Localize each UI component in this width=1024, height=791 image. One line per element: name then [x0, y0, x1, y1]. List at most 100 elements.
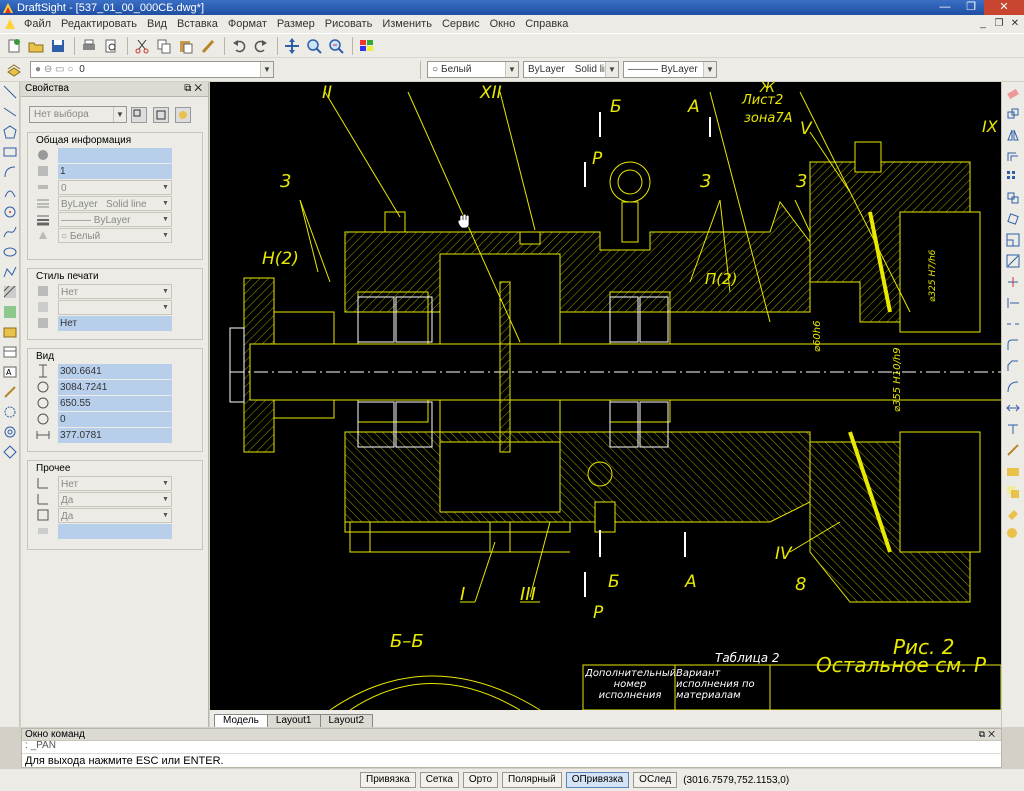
osnap-toggle-button[interactable]: ОПривязка: [565, 772, 630, 788]
print-preview-icon[interactable]: [101, 36, 121, 56]
edit-tool-icon[interactable]: [1, 382, 19, 402]
redo-icon[interactable]: [251, 36, 271, 56]
polygon-tool-icon[interactable]: [1, 122, 19, 142]
layer-dropdown-arrow[interactable]: ▼: [260, 62, 273, 77]
linetype-prop-value[interactable]: 0 ▼: [58, 179, 172, 195]
color-dropdown-arrow[interactable]: ▼: [505, 62, 518, 77]
menu-modify[interactable]: Изменить: [377, 18, 437, 30]
menu-window[interactable]: Окно: [485, 18, 521, 30]
edit-polyline-tool-icon[interactable]: [1002, 439, 1023, 460]
block-edit-tool-icon[interactable]: [1002, 481, 1023, 502]
fillet-tool-icon[interactable]: [1002, 334, 1023, 355]
zoom-icon[interactable]: [304, 36, 324, 56]
new-file-icon[interactable]: [4, 36, 24, 56]
arc-tool-icon[interactable]: [1, 162, 19, 182]
revision-cloud-tool-icon[interactable]: [1, 402, 19, 422]
print-style-value[interactable]: Нет ▼: [58, 283, 172, 299]
donut-tool-icon[interactable]: [1, 422, 19, 442]
linetype-combo[interactable]: ByLayer Solid line ▼: [523, 61, 619, 78]
copy-icon[interactable]: [154, 36, 174, 56]
snap-toggle-button[interactable]: Привязка: [360, 772, 416, 788]
array-tool-icon[interactable]: [1002, 166, 1023, 187]
linetype-dropdown-arrow[interactable]: ▼: [605, 62, 618, 77]
lineweight-combo[interactable]: ——— ByLayer ▼: [623, 61, 717, 78]
center-z-value[interactable]: 650.55: [58, 395, 172, 411]
attribute-tool-icon[interactable]: [1002, 502, 1023, 523]
menu-format[interactable]: Формат: [223, 18, 272, 30]
command-float-icon[interactable]: ⧉: [979, 729, 988, 739]
menu-help[interactable]: Справка: [520, 18, 573, 30]
lineweight-prop-arrow[interactable]: ▼: [160, 213, 171, 226]
width-value[interactable]: 377.0781: [58, 427, 172, 443]
center-x-value[interactable]: 300.6641: [58, 363, 172, 379]
chamfer-tool-icon[interactable]: [1002, 355, 1023, 376]
tab-model[interactable]: Модель: [214, 714, 268, 727]
ucs-per-viewport-value[interactable]: Да ▼: [58, 507, 172, 523]
select-objects-icon[interactable]: [153, 106, 169, 123]
print-table-arrow[interactable]: ▼: [160, 301, 171, 314]
ortho-toggle-button[interactable]: Орто: [462, 772, 499, 788]
selection-combo[interactable]: Нет выбора ▼: [29, 106, 127, 123]
zoom-previous-icon[interactable]: [326, 36, 346, 56]
table-tool-icon[interactable]: [1, 342, 19, 362]
save-icon[interactable]: [48, 36, 68, 56]
color-combo[interactable]: ○ Белый ▼: [427, 61, 519, 78]
polar-toggle-button[interactable]: Полярный: [502, 772, 562, 788]
height-value[interactable]: 0: [58, 411, 172, 427]
print-style-arrow[interactable]: ▼: [160, 285, 171, 298]
undo-icon[interactable]: [229, 36, 249, 56]
tab-layout2[interactable]: Layout2: [319, 714, 374, 727]
mdi-minimize-button[interactable]: _: [976, 17, 990, 31]
command-prompt-line[interactable]: Для выхода нажмите ESC или ENTER.: [22, 754, 1001, 767]
panel-float-icon[interactable]: ⧉: [184, 83, 194, 94]
rectangle-tool-icon[interactable]: [1, 142, 19, 162]
scale-tool-icon[interactable]: [1002, 229, 1023, 250]
pan-icon[interactable]: [282, 36, 302, 56]
match-properties-icon[interactable]: [198, 36, 218, 56]
otrack-toggle-button[interactable]: ОСлед: [633, 772, 678, 788]
polyline-tool-icon[interactable]: [1, 262, 19, 282]
ucs-origin-value[interactable]: Да ▼: [58, 491, 172, 507]
ucs-name-value[interactable]: [58, 523, 172, 539]
open-file-icon[interactable]: [26, 36, 46, 56]
color-name-prop-value[interactable]: ○ Белый ▼: [58, 227, 172, 243]
layer-properties-icon[interactable]: [4, 60, 24, 80]
circle-tool-icon[interactable]: [1, 202, 19, 222]
selection-dropdown-arrow[interactable]: ▼: [113, 107, 126, 122]
ucs-on-arrow[interactable]: ▼: [160, 477, 171, 490]
layer-combo[interactable]: ● ⊖ ▭ ○ 0 ▼: [30, 61, 274, 78]
rotate-tool-icon[interactable]: [1002, 208, 1023, 229]
menu-insert[interactable]: Вставка: [172, 18, 223, 30]
minimize-button[interactable]: —: [932, 0, 958, 15]
hatch-tool-icon[interactable]: [1, 282, 19, 302]
menu-edit[interactable]: Редактировать: [56, 18, 142, 30]
layer-prop-value[interactable]: 1: [58, 163, 172, 179]
line-tool-icon[interactable]: [1, 82, 19, 102]
ucs-on-value[interactable]: Нет ▼: [58, 475, 172, 491]
linescale-prop-value[interactable]: ByLayer Solid line ▼: [58, 195, 172, 211]
ucs-per-viewport-arrow[interactable]: ▼: [160, 509, 171, 522]
mirror-tool-icon[interactable]: [1002, 124, 1023, 145]
layer-manager-icon[interactable]: [357, 36, 377, 56]
trim-tool-icon[interactable]: [1002, 271, 1023, 292]
move-tool-icon[interactable]: [1002, 187, 1023, 208]
menu-file[interactable]: Файл: [19, 18, 56, 30]
print-table-value[interactable]: ▼: [58, 299, 172, 315]
print-icon[interactable]: [79, 36, 99, 56]
ucs-origin-arrow[interactable]: ▼: [160, 493, 171, 506]
hatch-edit-tool-icon[interactable]: [1002, 460, 1023, 481]
lineweight-dropdown-arrow[interactable]: ▼: [703, 62, 716, 77]
linetype-prop-arrow[interactable]: ▼: [160, 181, 171, 194]
text-tool-icon[interactable]: A: [1, 362, 19, 382]
arc2-tool-icon[interactable]: [1, 182, 19, 202]
extend-tool-icon[interactable]: [1002, 292, 1023, 313]
gradient-tool-icon[interactable]: [1, 302, 19, 322]
menu-view[interactable]: Вид: [142, 18, 172, 30]
menu-tools[interactable]: Сервис: [437, 18, 485, 30]
explode-tool-icon[interactable]: [1002, 397, 1023, 418]
grid-toggle-button[interactable]: Сетка: [419, 772, 459, 788]
cut-icon[interactable]: [132, 36, 152, 56]
mdi-restore-button[interactable]: ❐: [992, 17, 1006, 31]
mdi-close-button[interactable]: ✕: [1008, 17, 1022, 31]
balloon-tool-icon[interactable]: [1002, 523, 1023, 544]
